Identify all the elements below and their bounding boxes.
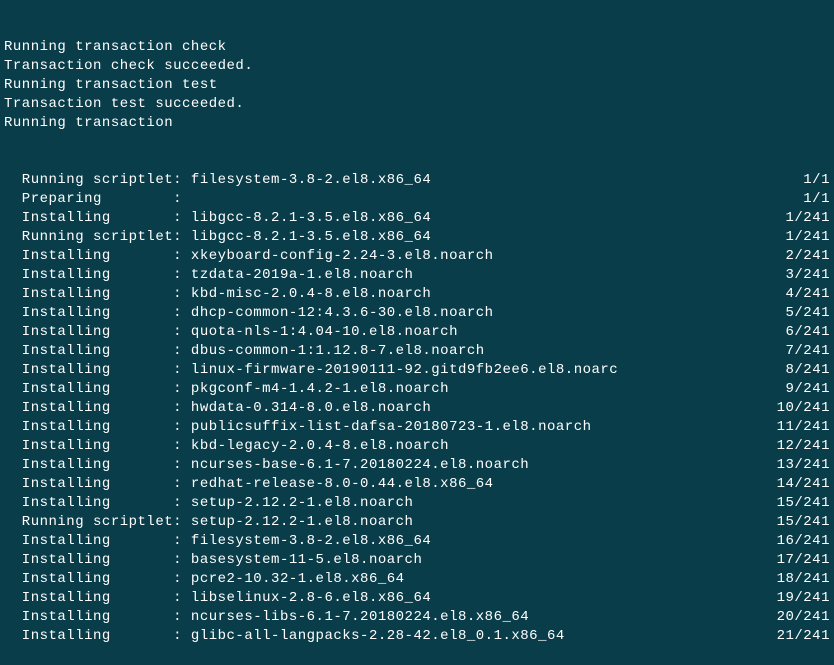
transaction-row: Installing : ncurses-libs-6.1-7.20180224…	[4, 608, 830, 627]
row-left: Installing : redhat-release-8.0-0.44.el8…	[4, 475, 494, 494]
transaction-rows: Running scriptlet: filesystem-3.8-2.el8.…	[4, 171, 830, 646]
row-left: Running scriptlet: setup-2.12.2-1.el8.no…	[4, 513, 413, 532]
transaction-row: Installing : quota-nls-1:4.04-10.el8.noa…	[4, 323, 830, 342]
terminal-output: Running transaction checkTransaction che…	[0, 0, 834, 665]
row-left: Installing : kbd-misc-2.0.4-8.el8.noarch	[4, 285, 431, 304]
row-count: 12/241	[777, 437, 830, 456]
row-count: 15/241	[777, 494, 830, 513]
transaction-row: Installing : linux-firmware-20190111-92.…	[4, 361, 830, 380]
transaction-row: Preparing : 1/1	[4, 190, 830, 209]
transaction-row: Installing : libselinux-2.8-6.el8.x86_64…	[4, 589, 830, 608]
row-count: 1/1	[803, 190, 830, 209]
row-left: Running scriptlet: libgcc-8.2.1-3.5.el8.…	[4, 228, 431, 247]
transaction-row: Running scriptlet: setup-2.12.2-1.el8.no…	[4, 513, 830, 532]
row-count: 8/241	[785, 361, 830, 380]
row-left: Installing : libgcc-8.2.1-3.5.el8.x86_64	[4, 209, 431, 228]
row-left: Installing : quota-nls-1:4.04-10.el8.noa…	[4, 323, 458, 342]
row-left: Installing : filesystem-3.8-2.el8.x86_64	[4, 532, 431, 551]
row-left: Installing : glibc-all-langpacks-2.28-42…	[4, 627, 565, 646]
row-count: 6/241	[785, 323, 830, 342]
row-count: 10/241	[777, 399, 830, 418]
transaction-row: Installing : xkeyboard-config-2.24-3.el8…	[4, 247, 830, 266]
row-left: Installing : pkgconf-m4-1.4.2-1.el8.noar…	[4, 380, 449, 399]
transaction-row: Installing : glibc-all-langpacks-2.28-42…	[4, 627, 830, 646]
row-count: 5/241	[785, 304, 830, 323]
row-count: 3/241	[785, 266, 830, 285]
row-left: Installing : ncurses-libs-6.1-7.20180224…	[4, 608, 529, 627]
row-count: 14/241	[777, 475, 830, 494]
row-left: Installing : pcre2-10.32-1.el8.x86_64	[4, 570, 405, 589]
transaction-row: Installing : publicsuffix-list-dafsa-201…	[4, 418, 830, 437]
transaction-row: Installing : dbus-common-1:1.12.8-7.el8.…	[4, 342, 830, 361]
row-count: 21/241	[777, 627, 830, 646]
transaction-row: Installing : setup-2.12.2-1.el8.noarch 15…	[4, 494, 830, 513]
header-line: Transaction test succeeded.	[4, 95, 830, 114]
row-count: 1/241	[785, 209, 830, 228]
transaction-row: Installing : tzdata-2019a-1.el8.noarch 3/…	[4, 266, 830, 285]
row-count: 7/241	[785, 342, 830, 361]
row-left: Installing : publicsuffix-list-dafsa-201…	[4, 418, 592, 437]
row-left: Installing : linux-firmware-20190111-92.…	[4, 361, 618, 380]
transaction-row: Installing : ncurses-base-6.1-7.20180224…	[4, 456, 830, 475]
row-count: 4/241	[785, 285, 830, 304]
row-left: Installing : xkeyboard-config-2.24-3.el8…	[4, 247, 494, 266]
transaction-row: Installing : pcre2-10.32-1.el8.x86_64 18/…	[4, 570, 830, 589]
transaction-row: Installing : kbd-legacy-2.0.4-8.el8.noar…	[4, 437, 830, 456]
transaction-row: Installing : dhcp-common-12:4.3.6-30.el8…	[4, 304, 830, 323]
row-left: Running scriptlet: filesystem-3.8-2.el8.…	[4, 171, 431, 190]
row-left: Installing : libselinux-2.8-6.el8.x86_64	[4, 589, 431, 608]
transaction-row: Installing : kbd-misc-2.0.4-8.el8.noarch…	[4, 285, 830, 304]
header-line: Running transaction check	[4, 38, 830, 57]
transaction-row: Installing : filesystem-3.8-2.el8.x86_64…	[4, 532, 830, 551]
row-left: Installing : tzdata-2019a-1.el8.noarch	[4, 266, 413, 285]
row-count: 15/241	[777, 513, 830, 532]
row-left: Installing : dbus-common-1:1.12.8-7.el8.…	[4, 342, 485, 361]
header-line: Running transaction test	[4, 76, 830, 95]
row-left: Installing : kbd-legacy-2.0.4-8.el8.noar…	[4, 437, 449, 456]
row-count: 9/241	[785, 380, 830, 399]
row-count: 1/241	[785, 228, 830, 247]
row-count: 20/241	[777, 608, 830, 627]
row-left: Preparing :	[4, 190, 191, 209]
transaction-row: Running scriptlet: libgcc-8.2.1-3.5.el8.…	[4, 228, 830, 247]
row-left: Installing : dhcp-common-12:4.3.6-30.el8…	[4, 304, 494, 323]
transaction-row: Running scriptlet: filesystem-3.8-2.el8.…	[4, 171, 830, 190]
row-count: 11/241	[777, 418, 830, 437]
row-count: 2/241	[785, 247, 830, 266]
transaction-row: Installing : libgcc-8.2.1-3.5.el8.x86_64…	[4, 209, 830, 228]
transaction-row: Installing : basesystem-11-5.el8.noarch 1…	[4, 551, 830, 570]
transaction-row: Installing : redhat-release-8.0-0.44.el8…	[4, 475, 830, 494]
header-line: Transaction check succeeded.	[4, 57, 830, 76]
header-lines: Running transaction checkTransaction che…	[4, 38, 830, 133]
row-count: 17/241	[777, 551, 830, 570]
row-left: Installing : ncurses-base-6.1-7.20180224…	[4, 456, 529, 475]
row-count: 19/241	[777, 589, 830, 608]
row-count: 16/241	[777, 532, 830, 551]
row-count: 1/1	[803, 171, 830, 190]
row-left: Installing : hwdata-0.314-8.0.el8.noarch	[4, 399, 431, 418]
row-count: 18/241	[777, 570, 830, 589]
transaction-row: Installing : pkgconf-m4-1.4.2-1.el8.noar…	[4, 380, 830, 399]
header-line: Running transaction	[4, 114, 830, 133]
row-left: Installing : setup-2.12.2-1.el8.noarch	[4, 494, 413, 513]
row-left: Installing : basesystem-11-5.el8.noarch	[4, 551, 422, 570]
row-count: 13/241	[777, 456, 830, 475]
transaction-row: Installing : hwdata-0.314-8.0.el8.noarch…	[4, 399, 830, 418]
